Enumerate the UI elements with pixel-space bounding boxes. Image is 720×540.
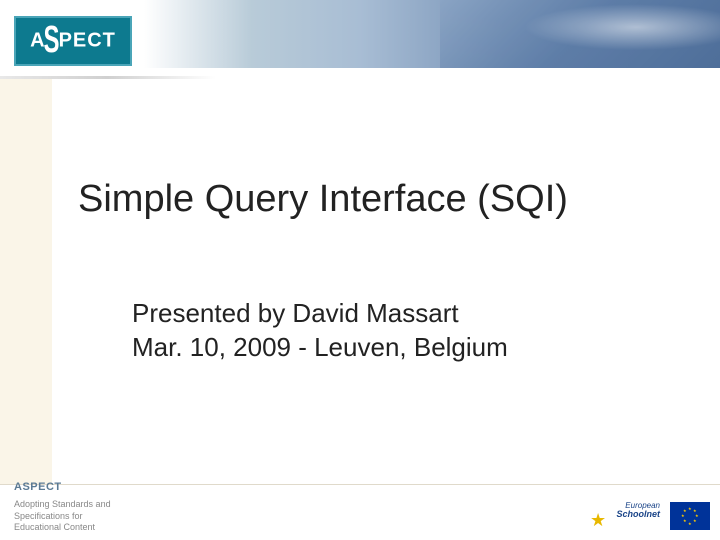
logo-text: ASPECT — [30, 27, 116, 55]
left-accent — [0, 79, 52, 485]
slide-title: Simple Query Interface (SQI) — [78, 178, 568, 221]
footer-brand: ASPECT — [14, 481, 194, 493]
aspect-logo: ASPECT — [14, 16, 132, 66]
sub-band — [0, 68, 720, 76]
footer-left: ASPECT Adopting Standards and Specificat… — [14, 481, 194, 534]
footer-tagline: Adopting Standards and Specifications fo… — [14, 499, 194, 534]
date-location-line: Mar. 10, 2009 - Leuven, Belgium — [132, 332, 508, 363]
divider — [0, 76, 720, 79]
presenter-line: Presented by David Massart — [132, 298, 459, 329]
footer-right: ★ European Schoolnet ★ ★ ★ ★ ★ ★ ★ ★ — [590, 500, 710, 532]
eun-text: European Schoolnet — [616, 502, 660, 519]
header-photo — [440, 0, 720, 68]
eu-flag-icon: ★ ★ ★ ★ ★ ★ ★ ★ — [670, 502, 710, 530]
european-schoolnet-logo: ★ European Schoolnet — [590, 500, 660, 532]
star-icon: ★ — [590, 510, 610, 530]
